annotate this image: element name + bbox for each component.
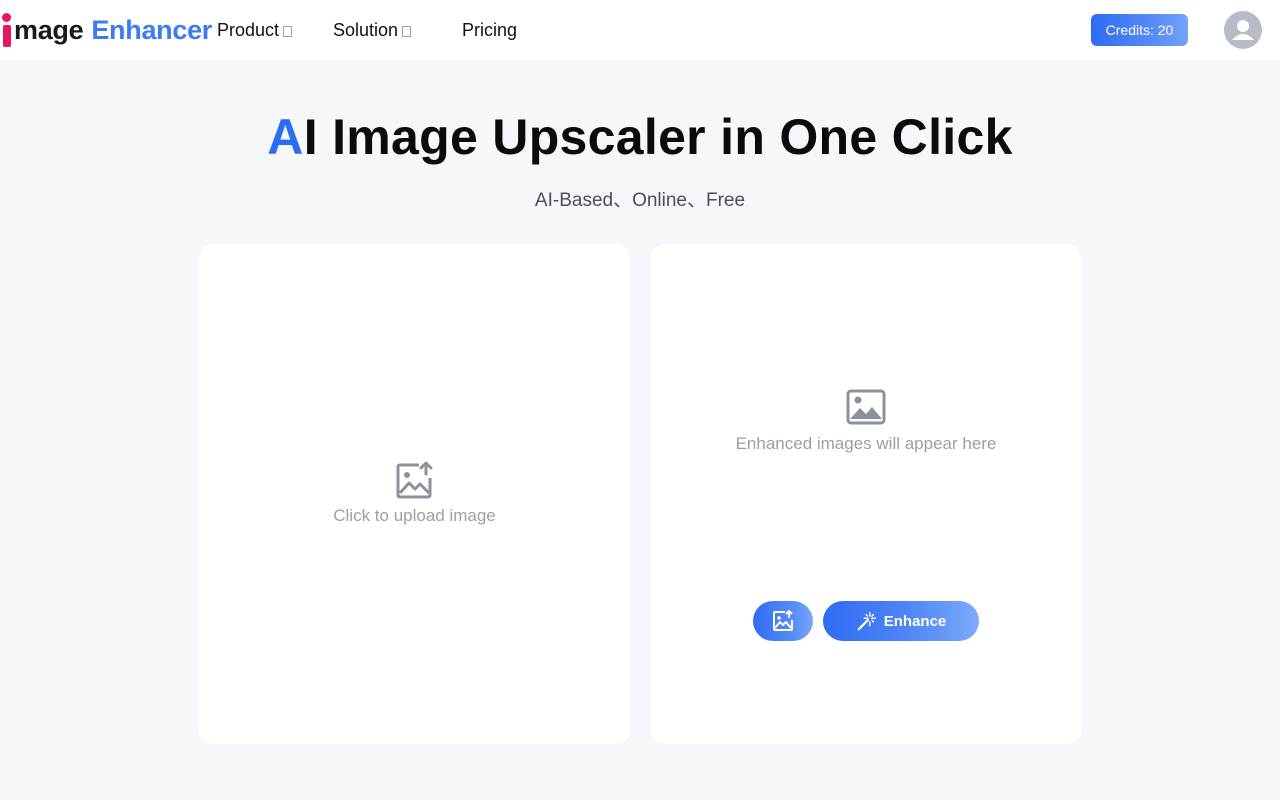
result-panel: Enhanced images will appear here Enhance	[651, 244, 1081, 744]
upload-hint: Click to upload image	[333, 506, 496, 525]
page-title-rest: I Image Upscaler in One Click	[303, 109, 1013, 165]
nav-pricing-label: Pricing	[462, 19, 518, 40]
brand-word-image: mage	[14, 14, 84, 45]
nav-product-label: Product	[217, 19, 280, 40]
nav-solution-label: Solution	[333, 19, 399, 40]
upload-panel: Click to upload image	[199, 244, 630, 744]
top-navbar: mage Enhancer Product Solution Pricing C…	[0, 0, 1280, 60]
brand-word-enhancer: Enhancer	[91, 14, 212, 45]
brand-mark-icon	[0, 10, 12, 50]
credits-button[interactable]: Credits: 20	[1091, 14, 1188, 46]
upload-dropzone[interactable]: Click to upload image	[199, 244, 630, 744]
page-title-accent: A	[267, 109, 304, 165]
enhance-button[interactable]: Enhance	[823, 601, 979, 641]
page-title: AI Image Upscaler in One Click	[0, 108, 1280, 166]
result-placeholder-text: Enhanced images will appear here	[735, 434, 997, 453]
nav-solution[interactable]: Solution	[333, 18, 412, 42]
nav-pricing[interactable]: Pricing	[462, 18, 517, 42]
user-avatar-icon[interactable]	[1224, 11, 1262, 49]
chevron-down-icon	[402, 25, 412, 37]
page-subtitle: AI-Based、Online、Free	[534, 190, 746, 211]
image-upload-icon	[396, 461, 433, 499]
brand-logo[interactable]: mage Enhancer	[0, 10, 212, 50]
magic-wand-icon	[857, 612, 876, 631]
image-icon	[846, 389, 886, 425]
upload-image-button[interactable]	[753, 601, 813, 641]
image-upload-icon	[773, 610, 793, 631]
enhance-button-label: Enhance	[883, 612, 947, 630]
nav-product[interactable]: Product	[217, 18, 293, 42]
chevron-down-icon	[283, 25, 293, 37]
